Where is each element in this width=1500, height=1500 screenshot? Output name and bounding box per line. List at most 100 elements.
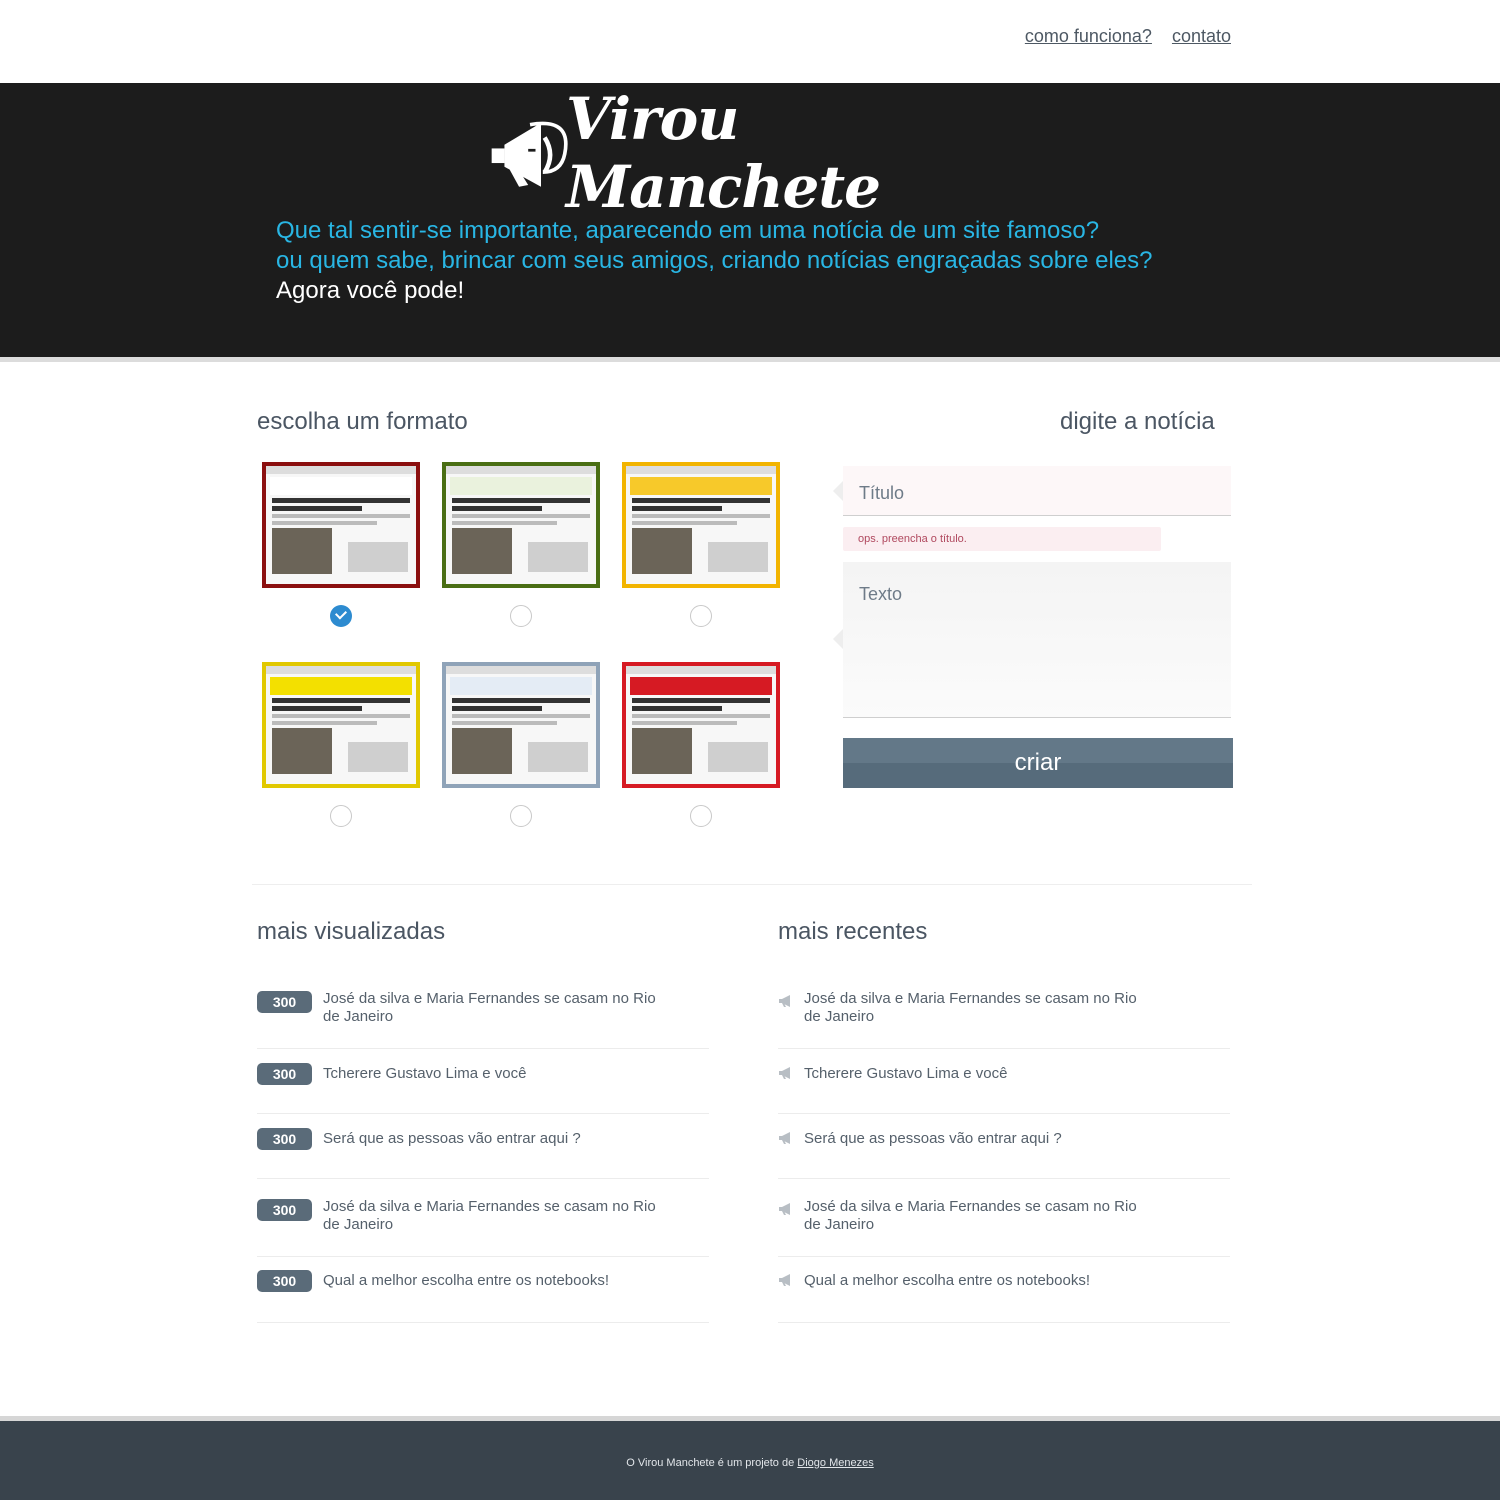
list-item-title[interactable]: Tcherere Gustavo Lima e você	[804, 1065, 1144, 1083]
title-placeholder: Título	[859, 483, 905, 503]
thumb-sidebar	[708, 542, 768, 572]
thumb-text	[632, 514, 770, 518]
most-recent-title: mais recentes	[778, 918, 928, 945]
list-item-title[interactable]: Tcherere Gustavo Lima e você	[323, 1065, 663, 1083]
thumb-text	[632, 714, 770, 718]
list-item[interactable]: Será que as pessoas vão entrar aqui ?	[778, 1128, 1230, 1179]
thumb-text	[272, 514, 410, 518]
formats-title: escolha um formato	[257, 408, 468, 435]
thumb-sidebar	[528, 742, 588, 772]
tagline-line-3: Agora você pode!	[276, 277, 465, 304]
thumb-sidebar	[708, 742, 768, 772]
tagline: Que tal sentir-se importante, aparecendo…	[276, 216, 1152, 306]
format-thumb-lancenet[interactable]	[622, 462, 780, 588]
thumb-text	[272, 521, 377, 525]
list-item[interactable]: 300 Tcherere Gustavo Lima e você	[257, 1063, 709, 1114]
format-thumb-g1[interactable]	[262, 462, 420, 588]
thumb-headline	[632, 698, 770, 703]
thumb-text	[452, 721, 557, 725]
text-pointer	[833, 629, 843, 649]
footer: O Virou Manchete é um projeto de Diogo M…	[0, 1416, 1500, 1500]
format-thumb-ego[interactable]	[442, 662, 600, 788]
thumb-headline	[632, 506, 722, 511]
thumb-headline	[272, 498, 410, 503]
list-item[interactable]: 300 José da silva e Maria Fernandes se ca…	[257, 1193, 709, 1257]
thumb-header	[270, 477, 412, 495]
megaphone-icon	[779, 1203, 790, 1215]
thumb-topbar	[446, 666, 596, 674]
thumb-text	[452, 521, 557, 525]
megaphone-icon	[491, 121, 568, 187]
thumb-header	[270, 677, 412, 695]
list-item-title[interactable]: José da silva e Maria Fernandes se casam…	[804, 1198, 1144, 1234]
thumb-headline	[452, 506, 542, 511]
thumb-text	[632, 521, 737, 525]
thumb-photo	[452, 528, 512, 574]
thumb-photo	[632, 528, 692, 574]
list-item-title[interactable]: José da silva e Maria Fernandes se casam…	[323, 990, 663, 1026]
thumb-headline	[272, 698, 410, 703]
list-item[interactable]: Tcherere Gustavo Lima e você	[778, 1063, 1230, 1114]
top-nav: como funciona? contato	[0, 0, 1500, 83]
view-count-badge: 300	[257, 1270, 312, 1292]
title-error-message: ops. preencha o título.	[843, 527, 1161, 551]
tagline-line-1: Que tal sentir-se importante, aparecendo…	[276, 217, 1100, 244]
thumb-topbar	[626, 666, 776, 674]
thumb-photo	[452, 728, 512, 774]
megaphone-icon	[779, 995, 790, 1007]
logo[interactable]: Virou Manchete	[488, 85, 1028, 221]
list-item-title[interactable]: José da silva e Maria Fernandes se casam…	[323, 1198, 663, 1234]
format-thumb-globoesporte[interactable]	[442, 462, 600, 588]
title-pointer	[833, 481, 843, 501]
hero-banner: Virou Manchete Que tal sentir-se importa…	[0, 83, 1500, 362]
list-item[interactable]: José da silva e Maria Fernandes se casam…	[778, 1193, 1230, 1257]
format-radio-odia[interactable]	[330, 805, 352, 827]
title-field[interactable]: Título	[843, 466, 1231, 516]
thumb-header	[450, 677, 592, 695]
thumb-sidebar	[348, 742, 408, 772]
list-item-title[interactable]: José da silva e Maria Fernandes se casam…	[804, 990, 1144, 1026]
tagline-line-2: ou quem sabe, brincar com seus amigos, c…	[276, 247, 1153, 274]
thumb-text	[632, 721, 737, 725]
thumb-text	[452, 514, 590, 518]
list-item[interactable]: 300 José da silva e Maria Fernandes se ca…	[257, 985, 709, 1049]
text-field[interactable]: Texto	[843, 562, 1231, 718]
format-thumb-caras[interactable]	[622, 662, 780, 788]
format-radio-ego[interactable]	[510, 805, 532, 827]
list-item-title[interactable]: Será que as pessoas vão entrar aqui ?	[804, 1130, 1144, 1148]
thumb-photo	[272, 528, 332, 574]
list-item[interactable]: 300 Será que as pessoas vão entrar aqui ?	[257, 1128, 709, 1179]
thumb-text	[452, 714, 590, 718]
thumb-topbar	[266, 666, 416, 674]
create-button[interactable]: criar	[843, 738, 1233, 788]
list-item-title[interactable]: Qual a melhor escolha entre os notebooks…	[804, 1272, 1144, 1290]
thumb-sidebar	[528, 542, 588, 572]
format-radio-caras[interactable]	[690, 805, 712, 827]
format-radio-g1[interactable]	[330, 605, 352, 627]
thumb-header	[630, 477, 772, 495]
format-radio-globoesporte[interactable]	[510, 605, 532, 627]
view-count-badge: 300	[257, 1128, 312, 1150]
thumb-headline	[452, 698, 590, 703]
thumb-headline	[272, 506, 362, 511]
footer-text: O Virou Manchete é um projeto de Diogo M…	[0, 1457, 1500, 1469]
text-placeholder: Texto	[859, 584, 903, 604]
thumb-topbar	[266, 466, 416, 474]
contact-link[interactable]: contato	[1172, 26, 1231, 47]
section-divider	[252, 884, 1252, 885]
top-nav-links: como funciona? contato	[1025, 26, 1231, 47]
brand-name: Virou Manchete	[566, 85, 881, 221]
thumb-photo	[632, 728, 692, 774]
list-item[interactable]: Qual a melhor escolha entre os notebooks…	[778, 1270, 1230, 1323]
footer-prefix: O Virou Manchete é um projeto de	[626, 1457, 798, 1469]
list-item[interactable]: 300 Qual a melhor escolha entre os notebo…	[257, 1270, 709, 1323]
format-thumb-odia[interactable]	[262, 662, 420, 788]
list-item[interactable]: José da silva e Maria Fernandes se casam…	[778, 985, 1230, 1049]
author-link[interactable]: Diogo Menezes	[797, 1457, 873, 1469]
thumb-header	[450, 477, 592, 495]
how-it-works-link[interactable]: como funciona?	[1025, 26, 1152, 47]
list-item-title[interactable]: Qual a melhor escolha entre os notebooks…	[323, 1272, 663, 1290]
thumb-headline	[632, 706, 722, 711]
format-radio-lancenet[interactable]	[690, 605, 712, 627]
list-item-title[interactable]: Será que as pessoas vão entrar aqui ?	[323, 1130, 663, 1148]
